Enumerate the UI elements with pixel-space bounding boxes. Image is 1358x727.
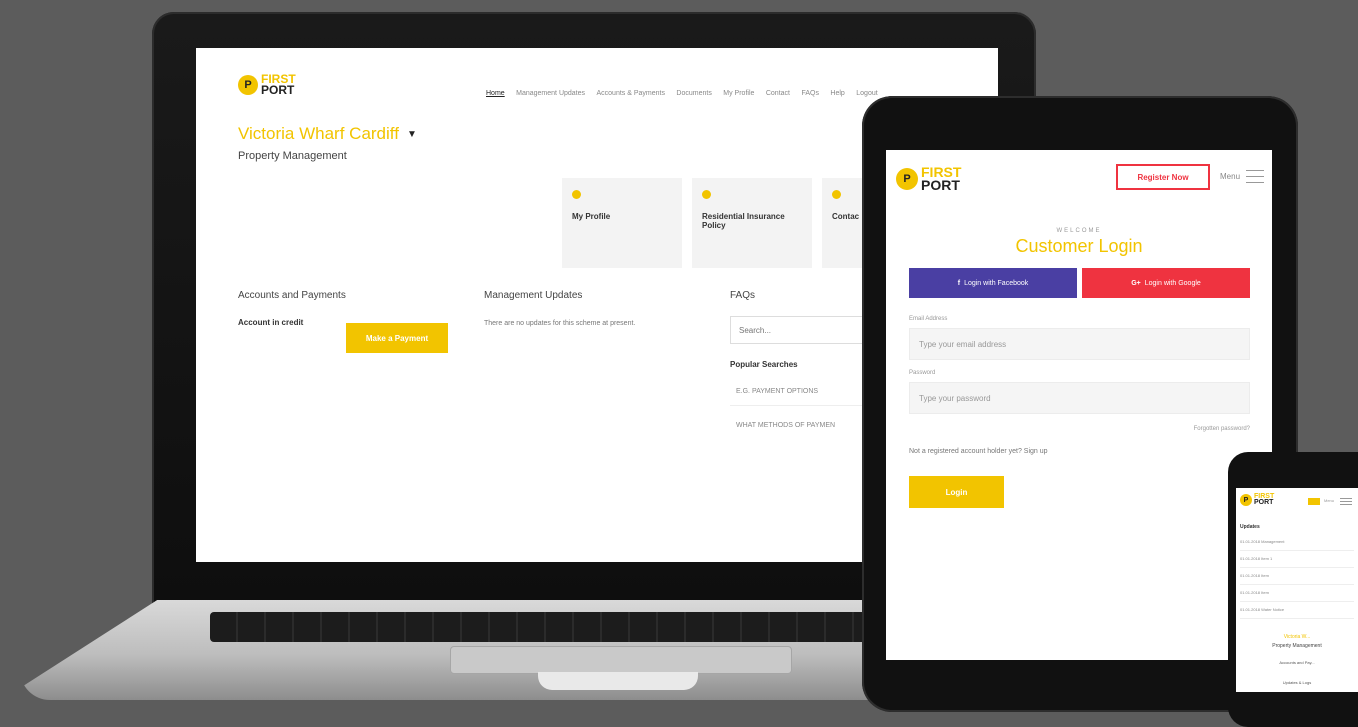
profile-icon <box>572 190 581 199</box>
property-name: Victoria Wharf Cardiff <box>238 124 399 143</box>
updates-title: Management Updates <box>484 290 583 301</box>
list-item[interactable]: 01.01.2018 Item 1 <box>1240 551 1354 568</box>
updates-text: There are no updates for this scheme at … <box>484 320 636 327</box>
google-login-button[interactable]: G+ Login with Google <box>1082 268 1250 298</box>
phone-accent-badge[interactable] <box>1308 498 1320 505</box>
tile-insurance-policy[interactable]: Residential Insurance Policy <box>692 178 812 268</box>
nav-faqs[interactable]: FAQs <box>801 90 819 97</box>
email-field[interactable]: Type your email address <box>909 328 1250 360</box>
email-label: Email Address <box>909 316 948 322</box>
make-payment-button[interactable]: Make a Payment <box>346 323 448 353</box>
phone-property-name[interactable]: Victoria W... <box>1236 634 1358 640</box>
location-pin-icon: P <box>1240 494 1252 507</box>
faq-search-input[interactable] <box>730 316 880 344</box>
logo-port: PORT <box>261 82 295 97</box>
list-item[interactable]: 01.01.2018 Item <box>1240 585 1354 602</box>
property-subtitle: Property Management <box>238 150 347 162</box>
laptop-logo[interactable]: P FIRST PORT <box>238 73 296 97</box>
main-nav: Home Management Updates Accounts & Payme… <box>486 82 885 100</box>
facebook-icon: f <box>957 279 961 287</box>
menu-label[interactable]: Menu <box>1220 172 1240 181</box>
page-title: Customer Login <box>1015 236 1143 256</box>
faq-item[interactable]: WHAT METHODS OF PAYMEN <box>730 412 880 440</box>
password-label: Password <box>909 370 936 376</box>
accounts-title: Accounts and Payments <box>238 290 346 301</box>
phone-link-accounts[interactable]: Accounts and Pay... <box>1236 660 1358 665</box>
logo-glyph: P <box>244 78 252 91</box>
property-selector[interactable]: Victoria Wharf Cardiff ▼ <box>238 124 417 144</box>
phone-icon <box>832 190 841 199</box>
phone-link-updates[interactable]: Updates & Logs <box>1236 680 1358 685</box>
phone-property-subtitle: Property Management <box>1272 643 1322 649</box>
forgot-password-link[interactable]: Forgotten password? <box>1194 426 1250 432</box>
phone-section-title: Updates <box>1240 524 1260 530</box>
location-pin-icon: P <box>896 167 918 190</box>
nav-contact[interactable]: Contact <box>766 90 790 97</box>
nav-management-updates[interactable]: Management Updates <box>516 90 585 97</box>
hamburger-menu-icon[interactable] <box>1246 170 1264 183</box>
password-field[interactable]: Type your password <box>909 382 1250 414</box>
list-item[interactable]: 01.01.2018 Management <box>1240 534 1354 551</box>
logo-glyph: P <box>903 172 911 185</box>
tile-label: My Profile <box>572 212 611 221</box>
location-pin-icon: P <box>238 74 258 95</box>
facebook-button-label: Login with Facebook <box>964 279 1029 287</box>
google-plus-icon: G+ <box>1131 279 1141 287</box>
list-item[interactable]: 01.01.2018 Item <box>1240 568 1354 585</box>
logo-port: PORT <box>921 176 960 193</box>
phone-screen: P FIRST PORT Menu Updates 01.01.2018 Man… <box>1236 488 1358 692</box>
signup-link[interactable]: Not a registered account holder yet? Sig… <box>909 448 1048 455</box>
tablet-logo[interactable]: P FIRST PORT <box>896 165 961 193</box>
tile-label: Residential Insurance Policy <box>702 212 785 230</box>
laptop-keyboard <box>210 612 910 642</box>
nav-help[interactable]: Help <box>830 90 844 97</box>
logo-port: PORT <box>1254 499 1274 507</box>
tablet-screen: P FIRST PORT Register Now Menu WELCOME C… <box>886 150 1272 660</box>
facebook-login-button[interactable]: f Login with Facebook <box>909 268 1077 298</box>
nav-logout[interactable]: Logout <box>856 90 877 97</box>
faqs-title: FAQs <box>730 290 756 301</box>
chevron-down-icon: ▼ <box>406 128 417 140</box>
hamburger-menu-icon[interactable] <box>1340 498 1352 505</box>
google-button-label: Login with Google <box>1144 279 1201 287</box>
tile-my-profile[interactable]: My Profile <box>562 178 682 268</box>
laptop-notch <box>538 672 698 690</box>
laptop-trackpad <box>450 646 792 674</box>
phone-menu-label[interactable]: Menu <box>1324 498 1334 503</box>
faq-item[interactable]: E.G. PAYMENT OPTIONS <box>730 378 880 406</box>
nav-home[interactable]: Home <box>486 90 505 97</box>
nav-documents[interactable]: Documents <box>676 90 711 97</box>
shield-icon <box>702 190 711 199</box>
list-item[interactable]: 01.01.2018 Water Notice <box>1240 602 1354 619</box>
phone-logo[interactable]: P FIRST PORT <box>1240 493 1274 507</box>
register-now-button[interactable]: Register Now <box>1116 164 1210 190</box>
login-button[interactable]: Login <box>909 476 1004 508</box>
account-status: Account in credit <box>238 318 304 327</box>
welcome-label: WELCOME <box>1056 228 1102 234</box>
popular-searches-title: Popular Searches <box>730 360 798 369</box>
logo-glyph: P <box>1243 496 1249 504</box>
nav-my-profile[interactable]: My Profile <box>723 90 754 97</box>
nav-accounts-payments[interactable]: Accounts & Payments <box>596 90 664 97</box>
